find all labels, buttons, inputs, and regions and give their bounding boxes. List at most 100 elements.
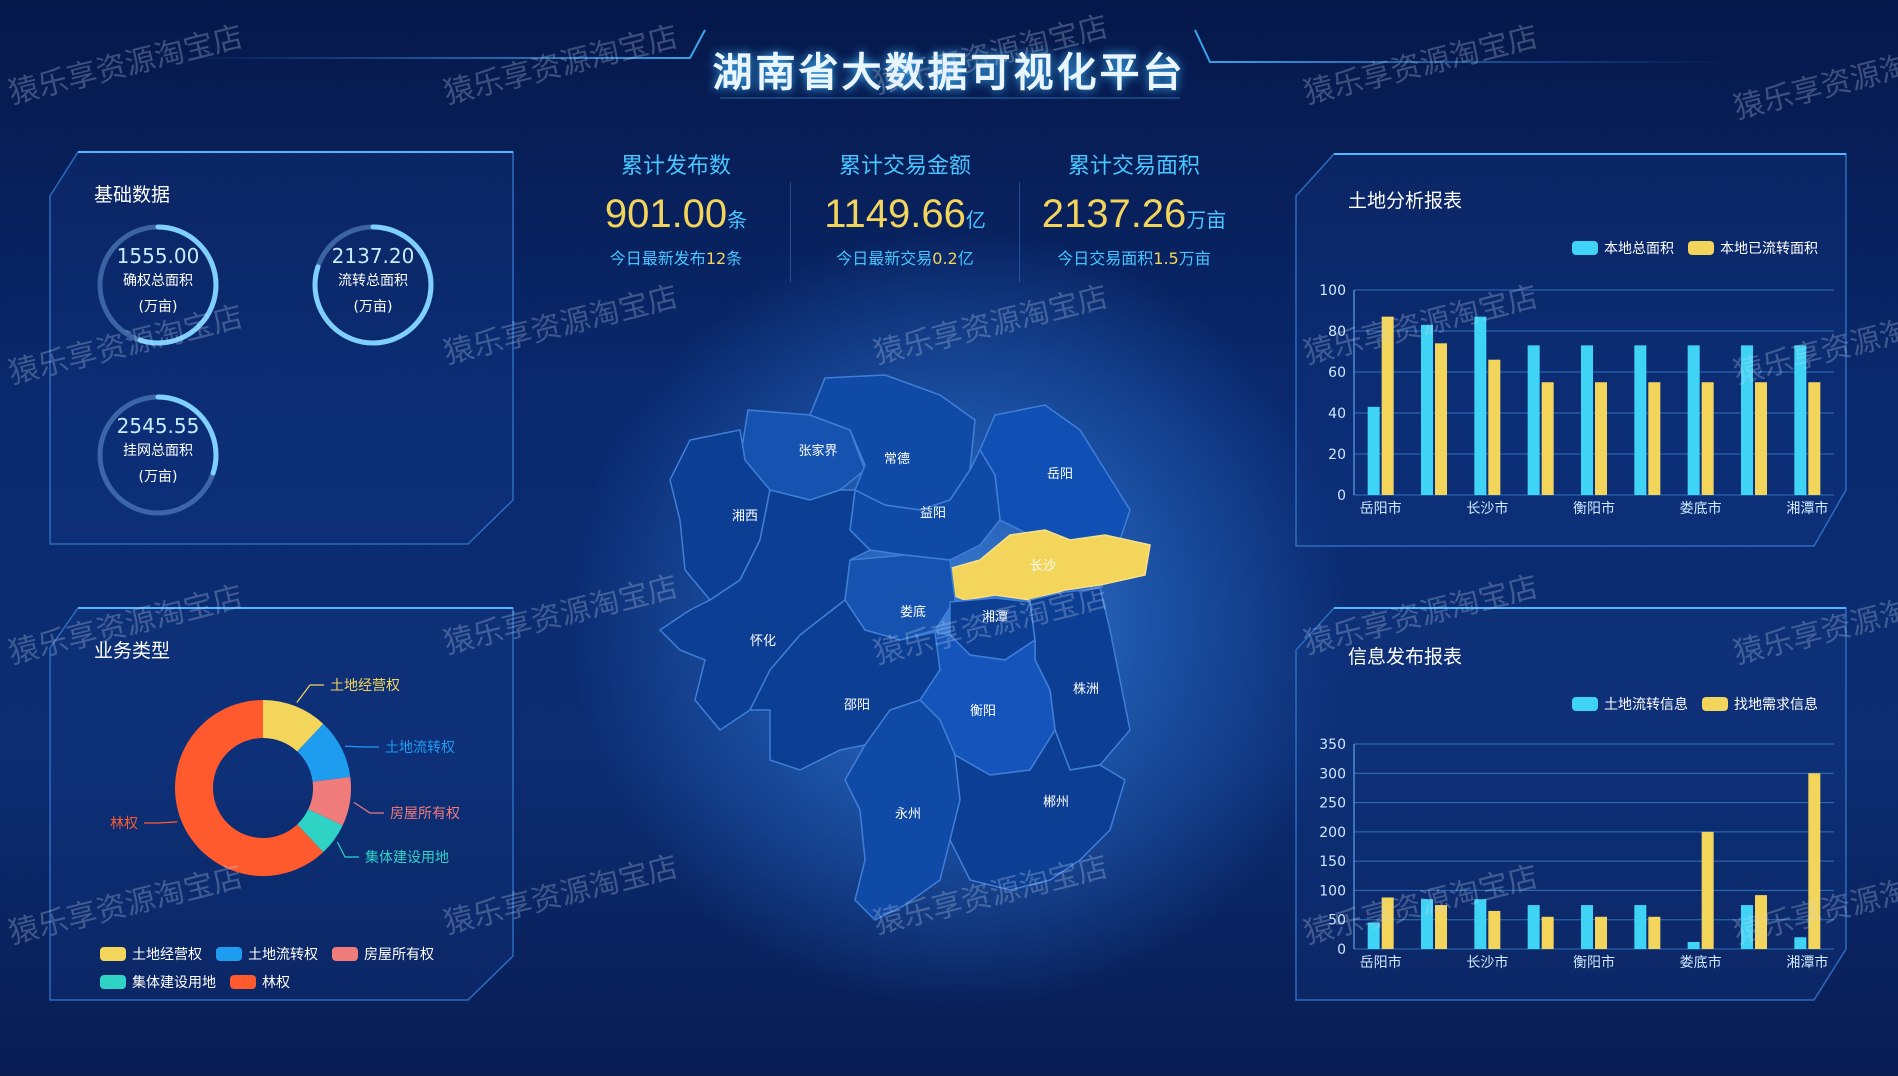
bar[interactable] bbox=[1648, 916, 1661, 949]
stat-label: 流转总面积 bbox=[338, 273, 408, 289]
business-legend: 土地经营权 土地流转权 房屋所有权集体建设用地 林权 bbox=[100, 944, 500, 992]
bar[interactable] bbox=[1808, 382, 1821, 495]
bar[interactable] bbox=[1741, 905, 1753, 949]
kpi-sub: 今日交易面积1.5万亩 bbox=[1057, 249, 1211, 268]
bar[interactable] bbox=[1634, 345, 1647, 495]
bar[interactable] bbox=[1421, 899, 1433, 949]
legend-label: 房屋所有权 bbox=[364, 947, 434, 963]
x-tick-label: 湘潭市 bbox=[1786, 500, 1828, 517]
legend-item[interactable]: 本地已流转面积 bbox=[1688, 238, 1818, 258]
x-tick-label: 衡阳市 bbox=[1573, 954, 1615, 971]
kpi-value: 2137.26 bbox=[1041, 192, 1187, 236]
legend-swatch bbox=[1572, 697, 1598, 711]
bar[interactable] bbox=[1595, 916, 1607, 949]
kpi-sub: 今日最新交易0.2亿 bbox=[836, 249, 974, 268]
bar[interactable] bbox=[1581, 345, 1593, 495]
x-tick-label: 岳阳市 bbox=[1360, 500, 1402, 517]
kpi-trade-area: 累计交易面积 2137.26万亩 今日交易面积1.5万亩 bbox=[1019, 148, 1249, 269]
bar[interactable] bbox=[1381, 897, 1394, 949]
donut-slice-label: 集体建设用地 bbox=[365, 849, 449, 866]
legend-label: 集体建设用地 bbox=[132, 975, 216, 991]
bar[interactable] bbox=[1595, 382, 1607, 495]
basic-data-title: 基础数据 bbox=[94, 184, 171, 206]
x-tick-label: 衡阳市 bbox=[1573, 500, 1615, 517]
legend-label: 土地流转权 bbox=[248, 947, 318, 963]
legend-item[interactable]: 土地流转信息 bbox=[1572, 694, 1688, 714]
info-chart-legend: 土地流转信息 找地需求信息 bbox=[1572, 694, 1832, 714]
donut-slice-label: 房屋所有权 bbox=[390, 806, 460, 822]
bar[interactable] bbox=[1435, 905, 1447, 949]
bar[interactable] bbox=[1701, 382, 1714, 495]
page-title: 湖南省大数据可视化平台 bbox=[712, 50, 1186, 96]
bar[interactable] bbox=[1581, 905, 1593, 949]
stat-label: 挂网总面积 bbox=[123, 443, 193, 459]
stat-ring-text: 2545.55 挂网总面积 (万亩) bbox=[95, 414, 221, 490]
legend-item[interactable]: 找地需求信息 bbox=[1702, 694, 1818, 714]
bar[interactable] bbox=[1367, 922, 1380, 949]
legend-item[interactable]: 土地经营权 bbox=[100, 944, 202, 964]
legend-label: 找地需求信息 bbox=[1734, 697, 1818, 713]
legend-item[interactable]: 本地总面积 bbox=[1572, 238, 1674, 258]
map-region-label: 郴州 bbox=[1043, 795, 1069, 810]
kpi-title: 累计发布数 bbox=[620, 154, 731, 179]
legend-swatch bbox=[100, 947, 126, 961]
legend-swatch bbox=[216, 947, 242, 961]
stat-label: 确权总面积 bbox=[123, 273, 193, 289]
bar[interactable] bbox=[1808, 773, 1821, 949]
legend-item[interactable]: 林权 bbox=[230, 972, 290, 992]
stat-unit: (万亩) bbox=[353, 299, 393, 315]
map-region-label: 怀化 bbox=[750, 634, 776, 649]
bar[interactable] bbox=[1755, 895, 1767, 949]
x-tick-label: 长沙市 bbox=[1466, 500, 1508, 517]
map-region-label: 益阳 bbox=[920, 506, 946, 521]
map-region-label: 娄底 bbox=[900, 604, 926, 620]
bar[interactable] bbox=[1435, 343, 1447, 495]
map-region-label: 岳阳 bbox=[1047, 467, 1073, 482]
legend-label: 本地已流转面积 bbox=[1720, 241, 1818, 257]
legend-item[interactable]: 房屋所有权 bbox=[332, 944, 434, 964]
kpi-trade-amount: 累计交易金额 1149.66亿 今日最新交易0.2亿 bbox=[790, 148, 1020, 269]
kpi-value: 901.00 bbox=[604, 192, 728, 236]
y-tick-label: 100 bbox=[1319, 283, 1346, 299]
legend-item[interactable]: 集体建设用地 bbox=[100, 972, 216, 992]
bar[interactable] bbox=[1474, 899, 1487, 949]
stat-unit: (万亩) bbox=[138, 469, 178, 485]
legend-label: 本地总面积 bbox=[1604, 241, 1674, 257]
legend-swatch bbox=[332, 947, 358, 961]
bar[interactable] bbox=[1488, 359, 1501, 495]
map-region-label: 衡阳 bbox=[970, 704, 996, 719]
info-bar-chart: 0 50 100 150 200 250 300 350 岳阳市 长沙市 衡阳市 娄底市 湘潭市 bbox=[1319, 737, 1834, 971]
stat-ring-text: 1555.00 确权总面积 (万亩) bbox=[95, 244, 221, 320]
y-tick-label: 300 bbox=[1319, 766, 1346, 782]
bar[interactable] bbox=[1381, 316, 1394, 495]
bar[interactable] bbox=[1634, 905, 1647, 949]
info-chart-title: 信息发布报表 bbox=[1348, 646, 1463, 668]
bar[interactable] bbox=[1541, 382, 1554, 495]
bar[interactable] bbox=[1741, 345, 1753, 495]
legend-swatch bbox=[1702, 697, 1728, 711]
bar[interactable] bbox=[1794, 345, 1807, 495]
bar[interactable] bbox=[1421, 324, 1433, 495]
bar[interactable] bbox=[1474, 316, 1487, 495]
bar[interactable] bbox=[1687, 941, 1700, 949]
bar[interactable] bbox=[1794, 937, 1807, 949]
kpi-unit: 条 bbox=[727, 208, 748, 232]
bar[interactable] bbox=[1541, 916, 1554, 949]
business-donut-chart: 土地经营权土地流转权房屋所有权集体建设用地 林权 bbox=[110, 678, 460, 876]
kpi-value: 1149.66 bbox=[824, 192, 966, 236]
bar[interactable] bbox=[1527, 905, 1540, 949]
x-tick-label: 娄底市 bbox=[1680, 954, 1722, 971]
bar[interactable] bbox=[1367, 406, 1380, 495]
bar[interactable] bbox=[1701, 831, 1714, 949]
bar[interactable] bbox=[1755, 382, 1767, 495]
bar[interactable] bbox=[1527, 345, 1540, 495]
legend-item[interactable]: 土地流转权 bbox=[216, 944, 318, 964]
bar[interactable] bbox=[1687, 345, 1700, 495]
bar[interactable] bbox=[1648, 382, 1661, 495]
legend-swatch bbox=[1572, 241, 1598, 255]
stat-ring-text: 2137.20 流转总面积 (万亩) bbox=[310, 244, 436, 320]
donut-leader-line bbox=[296, 684, 324, 703]
y-tick-label: 0 bbox=[1337, 942, 1346, 958]
hunan-map[interactable]: 张家界常德岳阳湘西 益阳长沙娄底 湘潭怀化株洲邵阳 衡阳永州 郴州 bbox=[650, 370, 1170, 940]
bar[interactable] bbox=[1488, 910, 1501, 949]
